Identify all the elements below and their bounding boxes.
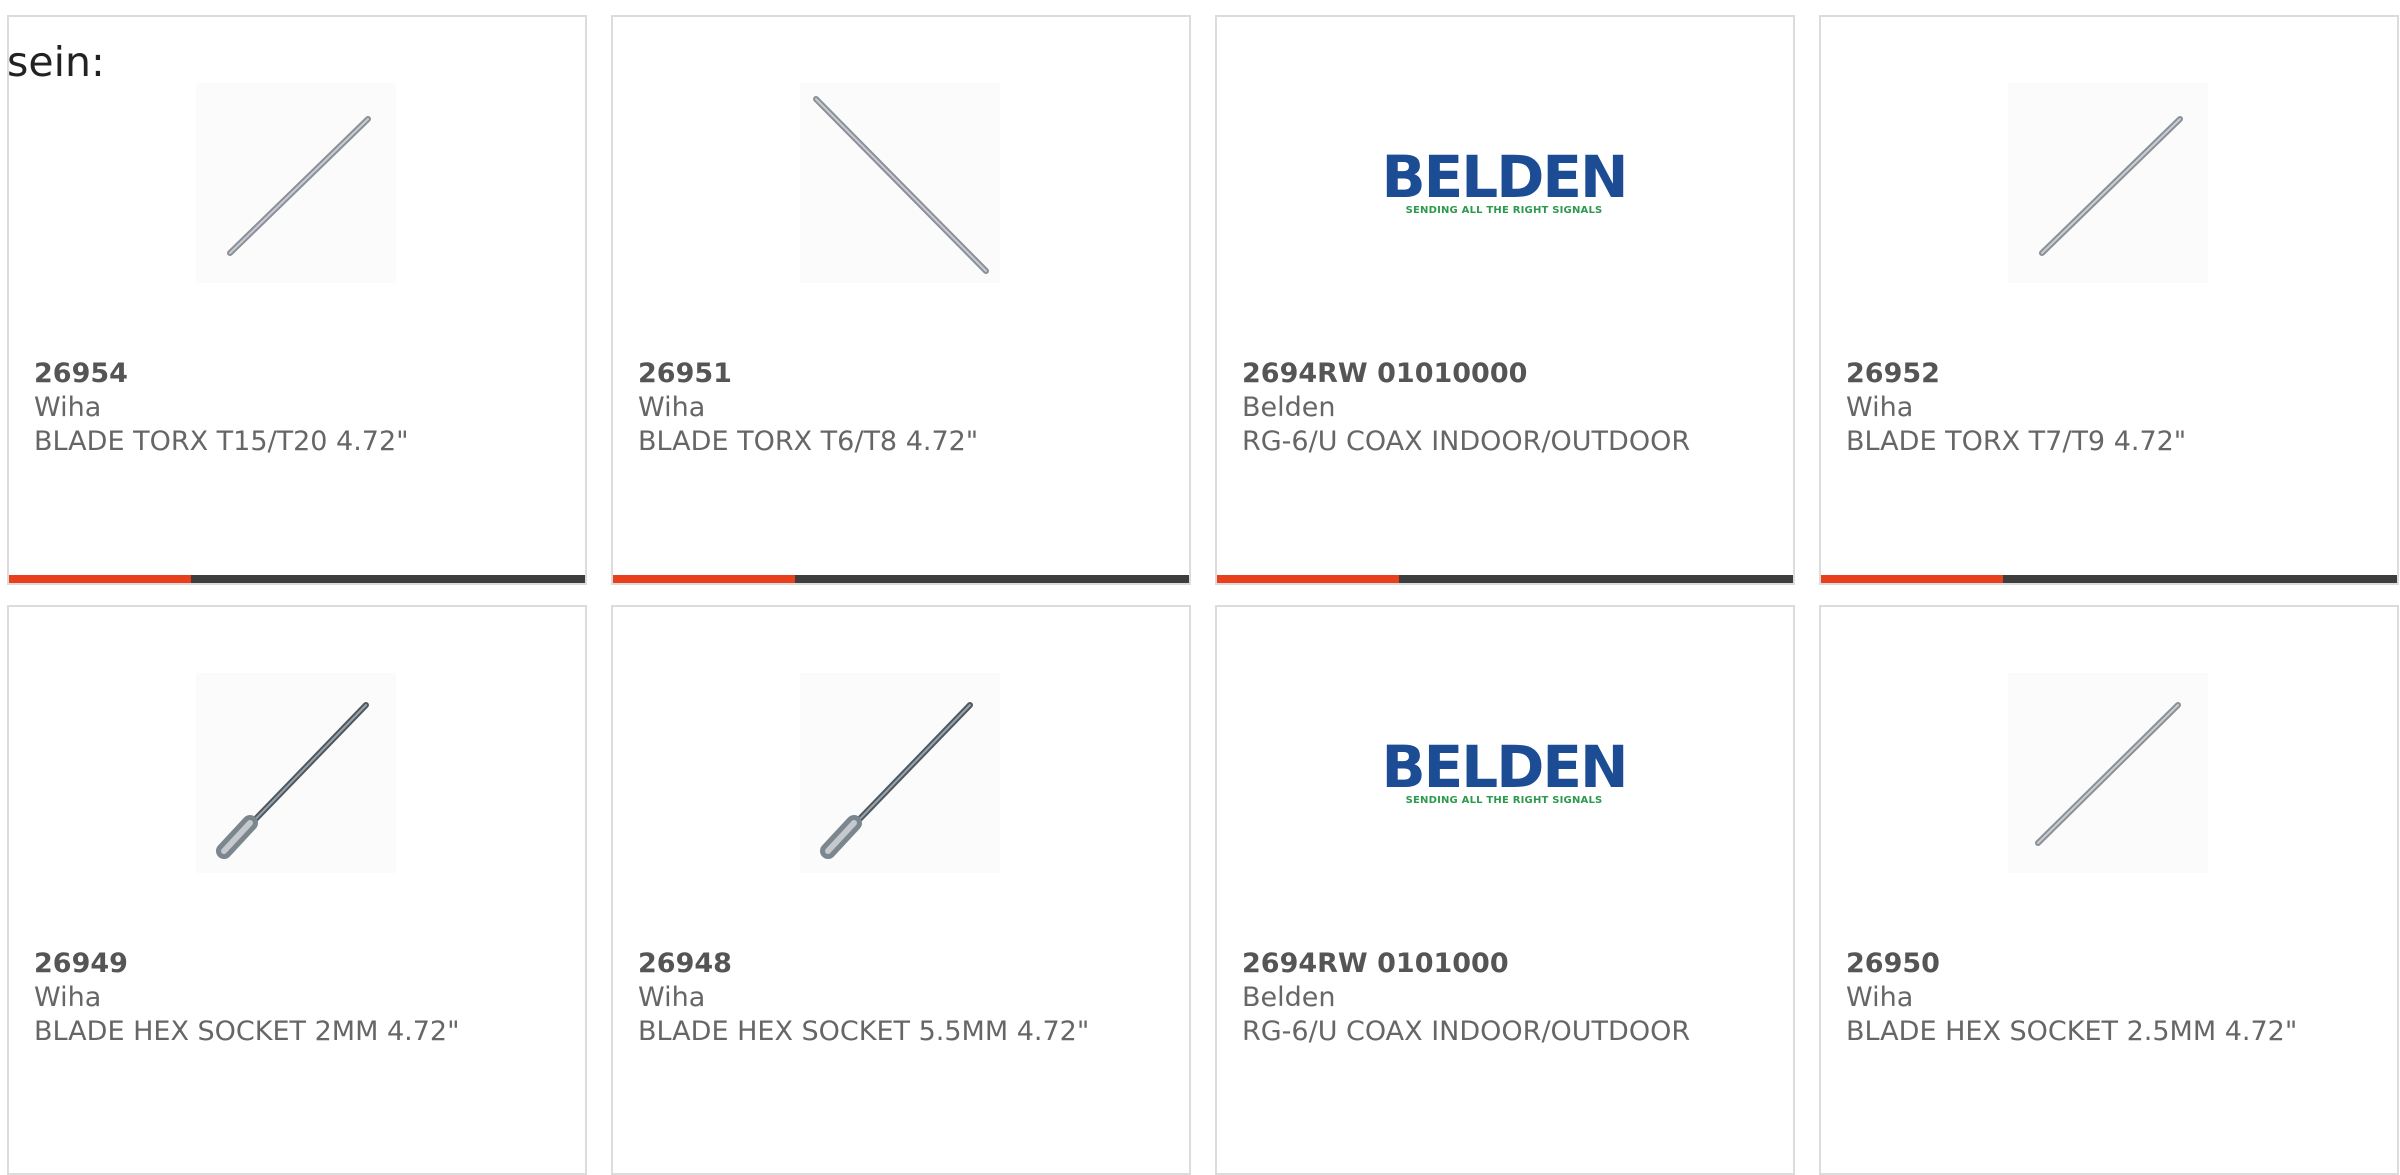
belden-logo[interactable]: BELDEN SENDING ALL THE RIGHT SIGNALS bbox=[1381, 83, 1628, 283]
belden-logo-tagline: SENDING ALL THE RIGHT SIGNALS bbox=[1405, 795, 1603, 806]
card-footer-bar bbox=[1821, 575, 2397, 583]
card-accent-bar bbox=[9, 575, 191, 583]
product-description: BLADE TORX T7/T9 4.72" bbox=[1846, 426, 2187, 457]
product-description: BLADE HEX SOCKET 2.5MM 4.72" bbox=[1846, 1016, 2298, 1047]
product-info: 2694RW 0101000 Belden RG-6/U COAX INDOOR… bbox=[1242, 947, 1783, 1049]
torx-blade-icon[interactable] bbox=[196, 83, 396, 283]
part-number[interactable]: 26954 bbox=[34, 357, 575, 391]
part-number[interactable]: 2694RW 01010000 bbox=[1242, 357, 1783, 391]
product-info: 2694RW 01010000 Belden RG-6/U COAX INDOO… bbox=[1242, 357, 1783, 459]
product-card[interactable]: 26951 Wiha BLADE TORX T6/T8 4.72" bbox=[611, 15, 1191, 585]
product-info: 26948 Wiha BLADE HEX SOCKET 5.5MM 4.72" bbox=[638, 947, 1179, 1049]
product-info: 26954 Wiha BLADE TORX T15/T20 4.72" bbox=[34, 357, 575, 459]
hex-socket-blade-icon[interactable] bbox=[196, 673, 396, 873]
belden-logo-word: BELDEN bbox=[1381, 143, 1628, 211]
manufacturer: Wiha bbox=[1846, 982, 1914, 1013]
product-description: BLADE HEX SOCKET 2MM 4.72" bbox=[34, 1016, 460, 1047]
card-accent-bar bbox=[1821, 575, 2003, 583]
part-number[interactable]: 26948 bbox=[638, 947, 1179, 981]
product-card[interactable]: 26950 Wiha BLADE HEX SOCKET 2.5MM 4.72" bbox=[1819, 605, 2399, 1175]
hex-blade-icon[interactable] bbox=[2008, 673, 2208, 873]
product-description: RG-6/U COAX INDOOR/OUTDOOR bbox=[1242, 426, 1691, 457]
card-accent-bar bbox=[613, 575, 795, 583]
belden-logo-word: BELDEN bbox=[1381, 733, 1628, 801]
belden-logo-tagline: SENDING ALL THE RIGHT SIGNALS bbox=[1405, 205, 1603, 216]
manufacturer: Wiha bbox=[638, 392, 706, 423]
manufacturer: Wiha bbox=[34, 392, 102, 423]
card-footer-bar bbox=[613, 575, 1189, 583]
product-grid: 26954 Wiha BLADE TORX T15/T20 4.72" 2695… bbox=[7, 15, 2400, 1175]
part-number[interactable]: 26950 bbox=[1846, 947, 2387, 981]
product-info: 26950 Wiha BLADE HEX SOCKET 2.5MM 4.72" bbox=[1846, 947, 2387, 1049]
product-description: BLADE HEX SOCKET 5.5MM 4.72" bbox=[638, 1016, 1090, 1047]
part-number[interactable]: 26951 bbox=[638, 357, 1179, 391]
product-card[interactable]: BELDEN SENDING ALL THE RIGHT SIGNALS 269… bbox=[1215, 605, 1795, 1175]
product-card[interactable]: 26949 Wiha BLADE HEX SOCKET 2MM 4.72" bbox=[7, 605, 587, 1175]
product-card[interactable]: 26954 Wiha BLADE TORX T15/T20 4.72" bbox=[7, 15, 587, 585]
manufacturer: Wiha bbox=[1846, 392, 1914, 423]
card-accent-bar bbox=[1217, 575, 1399, 583]
belden-logo[interactable]: BELDEN SENDING ALL THE RIGHT SIGNALS bbox=[1381, 673, 1628, 873]
card-footer-bar bbox=[1217, 575, 1793, 583]
page-label: sein: bbox=[7, 38, 105, 86]
part-number[interactable]: 2694RW 0101000 bbox=[1242, 947, 1783, 981]
product-description: BLADE TORX T6/T8 4.72" bbox=[638, 426, 979, 457]
product-info: 26952 Wiha BLADE TORX T7/T9 4.72" bbox=[1846, 357, 2387, 459]
manufacturer: Wiha bbox=[638, 982, 706, 1013]
hex-socket-blade-icon[interactable] bbox=[800, 673, 1000, 873]
manufacturer: Belden bbox=[1242, 982, 1336, 1013]
card-footer-bar bbox=[9, 575, 585, 583]
part-number[interactable]: 26952 bbox=[1846, 357, 2387, 391]
torx-blade-icon[interactable] bbox=[2008, 83, 2208, 283]
product-description: BLADE TORX T15/T20 4.72" bbox=[34, 426, 409, 457]
product-info: 26949 Wiha BLADE HEX SOCKET 2MM 4.72" bbox=[34, 947, 575, 1049]
manufacturer: Wiha bbox=[34, 982, 102, 1013]
part-number[interactable]: 26949 bbox=[34, 947, 575, 981]
product-card[interactable]: 26948 Wiha BLADE HEX SOCKET 5.5MM 4.72" bbox=[611, 605, 1191, 1175]
product-card[interactable]: BELDEN SENDING ALL THE RIGHT SIGNALS 269… bbox=[1215, 15, 1795, 585]
manufacturer: Belden bbox=[1242, 392, 1336, 423]
product-description: RG-6/U COAX INDOOR/OUTDOOR bbox=[1242, 1016, 1691, 1047]
product-info: 26951 Wiha BLADE TORX T6/T8 4.72" bbox=[638, 357, 1179, 459]
product-card[interactable]: 26952 Wiha BLADE TORX T7/T9 4.72" bbox=[1819, 15, 2399, 585]
torx-blade-icon[interactable] bbox=[800, 83, 1000, 283]
